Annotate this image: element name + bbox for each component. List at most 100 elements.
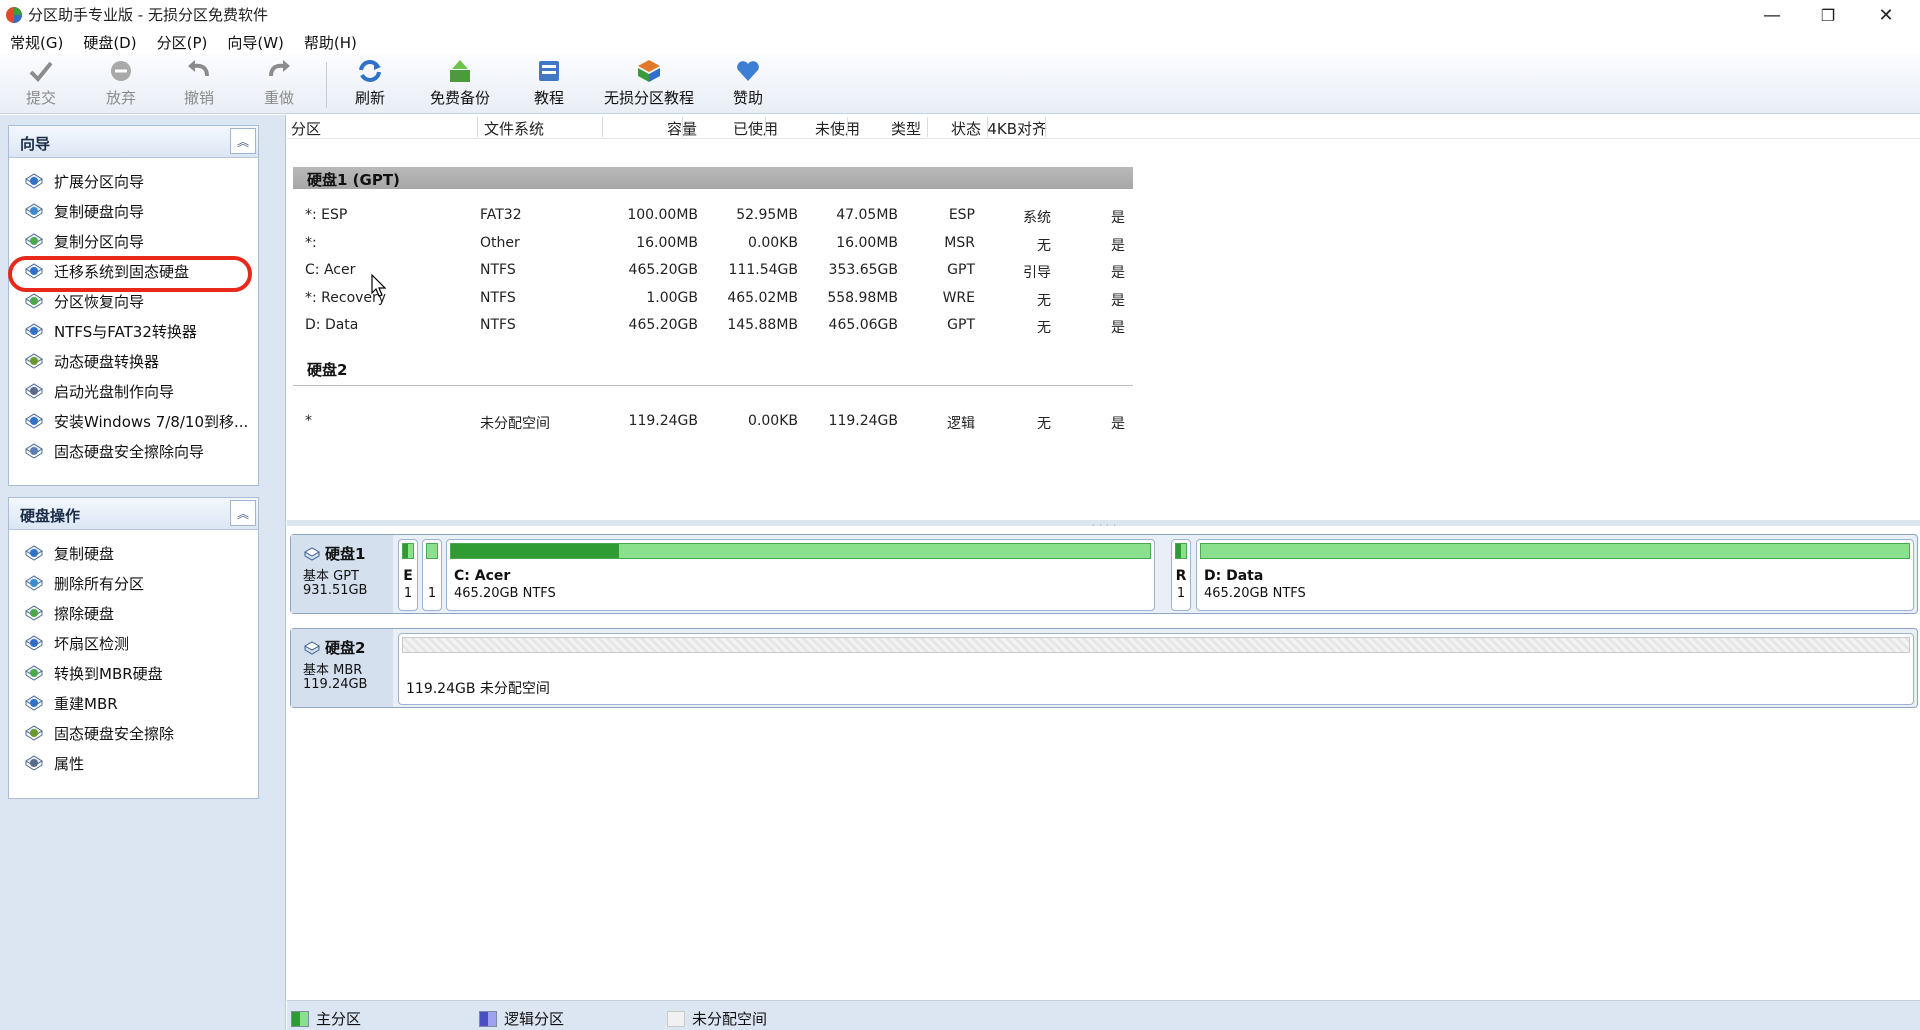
partition-tutorial-icon (638, 60, 660, 82)
table-cell: * (305, 413, 312, 429)
panel-item-extend-partition[interactable]: 扩展分区向导 (9, 166, 258, 196)
refresh-button[interactable]: 刷新 (355, 58, 385, 112)
column-header[interactable]: 4KB对齐 (967, 118, 1047, 139)
menu-wizard[interactable]: 向导(W) (217, 30, 294, 54)
usage-fill (451, 544, 619, 558)
panel-item-bad-sector[interactable]: 坏扇区检测 (9, 628, 258, 658)
column-header[interactable]: 已使用 (698, 118, 778, 139)
maximize-button[interactable]: ❐ (1800, 0, 1856, 30)
panel-item-windows-to-go[interactable]: 安装Windows 7/8/10到移... (9, 406, 258, 436)
partition-block-detail: 1 (403, 586, 413, 601)
disk1-map[interactable]: 硬盘1 基本 GPT 931.51GB E 1 1 C: Acer 465.20… (290, 534, 1918, 614)
panel-item-properties[interactable]: 属性 (9, 748, 258, 778)
collapse-chevron-icon[interactable]: ︽ (230, 128, 256, 154)
wizard-panel: 向导 ︽ 扩展分区向导复制硬盘向导 复制分区向导 迁移系统到固态硬盘 分区恢复向导 NT… (8, 125, 259, 486)
close-button[interactable]: ✕ (1858, 0, 1914, 30)
tutorial-button[interactable]: 教程 (534, 58, 564, 112)
panel-item-ntfs-fat32[interactable]: NTFS与FAT32转换器 (9, 316, 258, 346)
collapse-chevron-icon[interactable]: ︽ (230, 500, 256, 526)
table-row[interactable]: D: Data NTFS 465.20GB 145.88MB 465.06GB GPT 无是 (287, 313, 1147, 339)
partition-block-d[interactable]: D: Data 465.20GB NTFS (1196, 539, 1914, 611)
column-header[interactable]: 容量 (617, 118, 697, 139)
disk1-group-label: 硬盘1 (GPT) (307, 171, 400, 189)
menu-general[interactable]: 常规(G) (0, 30, 73, 54)
panel-item-delete-partitions[interactable]: 删除所有分区 (9, 568, 258, 598)
partition-block-recovery[interactable]: R 1 (1171, 539, 1191, 611)
panel-item-copy-disk[interactable]: 复制硬盘向导 (9, 196, 258, 226)
table-row[interactable]: *: ESP FAT32 100.00MB 52.95MB 47.05MB ESP 系统是 (287, 203, 1147, 229)
usage-bar (1175, 543, 1187, 559)
panel-item-copy-partition[interactable]: 复制分区向导 (9, 226, 258, 256)
table-row[interactable]: C: Acer NTFS 465.20GB 111.54GB 353.65GB GPT 引导… (287, 258, 1147, 284)
column-header[interactable]: 分区 (291, 118, 321, 139)
column-divider[interactable] (477, 117, 478, 137)
copy-partition-icon (25, 233, 43, 249)
table-cell: 111.54GB (728, 262, 798, 278)
pane-splitter[interactable]: · · · · (287, 520, 1920, 530)
panel-item-label: 扩展分区向导 (54, 172, 145, 191)
redo-button[interactable]: 重做 (264, 58, 294, 112)
table-cell: 145.88MB (727, 317, 798, 333)
wizard-panel-header: 向导 ︽ (9, 126, 258, 158)
commit-button[interactable]: 提交 (26, 58, 56, 112)
panel-item-copy-disk[interactable]: 复制硬盘 (9, 538, 258, 568)
usage-bar (450, 543, 1151, 559)
disk2-name-row: 硬盘2 (303, 637, 365, 658)
table-cell: 是 (1111, 416, 1125, 432)
donate-label: 赞助 (733, 89, 764, 107)
panel-item-ssd-erase[interactable]: 固态硬盘安全擦除 (9, 718, 258, 748)
usage-fill (403, 544, 409, 558)
bootable-media-icon (25, 383, 43, 399)
column-divider[interactable] (1045, 117, 1046, 137)
unallocated-block[interactable]: 119.24GB 未分配空间 (398, 633, 1914, 705)
disk2-type: 基本 MBR (303, 663, 363, 678)
panel-item-ssd-erase-wizard[interactable]: 固态硬盘安全擦除向导 (9, 436, 258, 466)
rebuild-mbr-icon (25, 695, 43, 711)
table-cell: NTFS (480, 317, 516, 333)
panel-item-label: NTFS与FAT32转换器 (54, 322, 197, 341)
menu-help[interactable]: 帮助(H) (294, 30, 367, 54)
table-cell: 465.20GB (628, 317, 698, 333)
table-row[interactable]: * 未分配空间 119.24GB 0.00KB 119.24GB 逻辑无是 (287, 409, 1147, 435)
unallocated-bar (402, 637, 1910, 653)
partition-block-detail: 465.20GB NTFS (1204, 586, 1306, 601)
unallocated-label: 119.24GB 未分配空间 (406, 681, 550, 697)
panel-item-rebuild-mbr[interactable]: 重建MBR (9, 688, 258, 718)
column-header[interactable]: 文件系统 (484, 118, 544, 139)
partition-tutorial-button[interactable]: 无损分区教程 (604, 58, 694, 112)
panel-item-wipe-disk[interactable]: 擦除硬盘 (9, 598, 258, 628)
discard-icon (111, 61, 131, 81)
menu-disk[interactable]: 硬盘(D) (73, 30, 146, 54)
legend-unallocated: 未分配空间 (667, 1008, 767, 1029)
menu-partition[interactable]: 分区(P) (147, 30, 218, 54)
disk-icon (303, 546, 321, 561)
column-divider[interactable] (765, 117, 766, 137)
panel-item-migrate-os[interactable]: 迁移系统到固态硬盘 (9, 256, 258, 286)
partition-block-msr[interactable]: 1 (422, 539, 442, 611)
table-header: 分区 文件系统 容量 已使用 未使用 类型 状态 4KB对齐 (287, 115, 1920, 139)
table-cell: D: Data (305, 317, 359, 333)
migrate-os-icon (25, 263, 43, 279)
discard-button[interactable]: 放弃 (106, 58, 136, 112)
undo-button[interactable]: 撤销 (184, 58, 214, 112)
backup-button[interactable]: 免费备份 (430, 58, 490, 112)
windows-to-go-icon (25, 413, 43, 429)
partition-block-c[interactable]: C: Acer 465.20GB NTFS (446, 539, 1155, 611)
table-row[interactable]: *: Other 16.00MB 0.00KB 16.00MB MSR 无是 (287, 231, 1147, 257)
table-row[interactable]: *: Recovery NTFS 1.00GB 465.02MB 558.98MB WRE… (287, 286, 1147, 312)
partition-block-label: D: Data (1204, 568, 1264, 584)
table-cell: 100.00MB (627, 207, 698, 223)
partition-block-label: E (403, 568, 413, 584)
donate-button[interactable]: 赞助 (733, 58, 763, 112)
column-divider[interactable] (602, 117, 603, 137)
panel-item-convert-mbr[interactable]: 转换到MBR硬盘 (9, 658, 258, 688)
partition-block-esp[interactable]: E 1 (398, 539, 418, 611)
panel-item-dynamic-disk[interactable]: 动态硬盘转换器 (9, 346, 258, 376)
panel-item-label: 重建MBR (54, 694, 118, 713)
minimize-button[interactable]: — (1744, 0, 1800, 30)
panel-item-bootable-media[interactable]: 启动光盘制作向导 (9, 376, 258, 406)
disk2-map[interactable]: 硬盘2 基本 MBR 119.24GB 119.24GB 未分配空间 (290, 628, 1918, 708)
panel-item-partition-recovery[interactable]: 分区恢复向导 (9, 286, 258, 316)
wizard-list: 扩展分区向导复制硬盘向导 复制分区向导 迁移系统到固态硬盘 分区恢复向导 NTFS与FA… (9, 158, 258, 466)
column-divider[interactable] (682, 117, 683, 137)
